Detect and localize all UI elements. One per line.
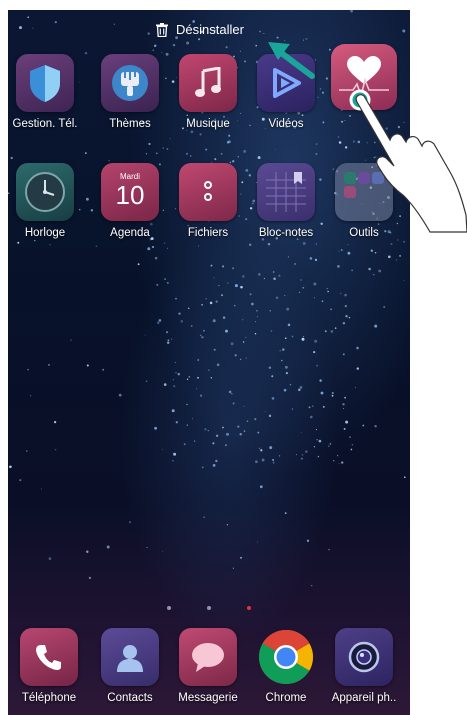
hand-pointer-icon xyxy=(355,94,467,233)
drag-gesture-overlay xyxy=(268,42,467,233)
drag-arrow-icon xyxy=(268,42,315,79)
